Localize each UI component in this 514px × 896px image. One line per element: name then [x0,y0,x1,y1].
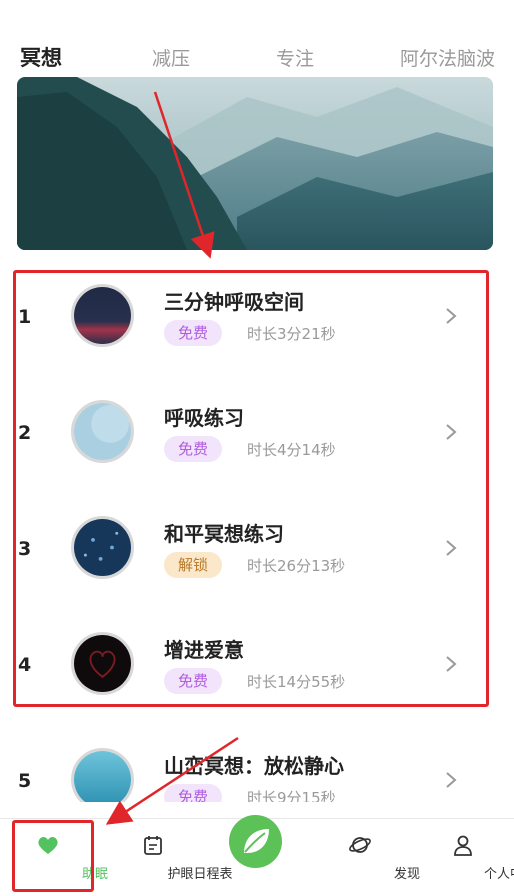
chevron-right-icon [446,424,457,440]
tab-stress-relief[interactable]: 减压 [152,44,190,71]
planet-icon [348,837,371,853]
unlock-badge: 解锁 [164,552,223,578]
list-item[interactable]: 3 和平冥想练习 解锁 时长26分13秒 [0,490,514,606]
nav-eye-schedule[interactable]: 护眼日程表 [105,819,233,896]
center-leaf-button[interactable] [229,815,282,868]
free-badge: 免费 [164,320,223,346]
item-title: 三分钟呼吸空间 [164,290,304,314]
calendar-icon [143,836,162,855]
item-duration: 时长4分14秒 [247,441,336,459]
tab-meditation[interactable]: 冥想 [20,42,62,72]
free-badge: 免费 [164,436,223,462]
item-thumbnail [71,400,134,463]
item-thumbnail [71,284,134,347]
nav-discover[interactable]: 发现 [312,819,420,896]
leaf-icon [244,829,269,853]
list-item[interactable]: 2 呼吸练习 免费 时长4分14秒 [0,374,514,490]
item-number: 2 [18,422,32,444]
item-title: 和平冥想练习 [164,522,284,546]
chevron-right-icon [446,540,457,556]
item-thumbnail [71,516,134,579]
nav-profile[interactable]: 个人中心 [415,819,514,896]
item-duration: 时长26分13秒 [247,557,346,575]
item-duration: 时长9分15秒 [247,789,336,802]
item-number: 4 [18,654,32,676]
tab-alpha-waves[interactable]: 阿尔法脑波 [400,44,495,71]
item-number: 3 [18,538,32,560]
list-item[interactable]: 5 山峦冥想：放松静心 免费 时长9分15秒 [0,722,514,802]
heart-icon [37,837,58,854]
nav-label: 个人中心 [483,867,514,882]
chevron-right-icon [446,308,457,324]
chevron-right-icon [446,772,457,788]
item-thumbnail [71,632,134,695]
item-number: 1 [18,306,32,328]
item-thumbnail [71,748,134,802]
bottom-navigation: 助眠 护眼日程表 发现 个人中心 [0,815,514,896]
item-title: 增进爱意 [164,638,244,662]
free-badge: 免费 [164,668,223,694]
nav-sleep[interactable]: 助眠 [0,819,108,896]
item-number: 5 [18,770,32,792]
item-title: 山峦冥想：放松静心 [164,754,344,778]
list-item[interactable]: 4 增进爱意 免费 时长14分55秒 [0,606,514,722]
chevron-right-icon [446,656,457,672]
item-duration: 时长3分21秒 [247,325,336,343]
item-duration: 时长14分55秒 [247,673,346,691]
tab-focus[interactable]: 专注 [276,44,314,71]
person-icon [453,835,472,856]
hero-banner-image[interactable] [17,77,493,250]
list-item[interactable]: 1 三分钟呼吸空间 免费 时长3分21秒 [0,258,514,374]
item-title: 呼吸练习 [164,406,244,430]
category-tabs: 冥想 减压 专注 阿尔法脑波 [0,40,514,76]
free-badge: 免费 [164,784,223,802]
